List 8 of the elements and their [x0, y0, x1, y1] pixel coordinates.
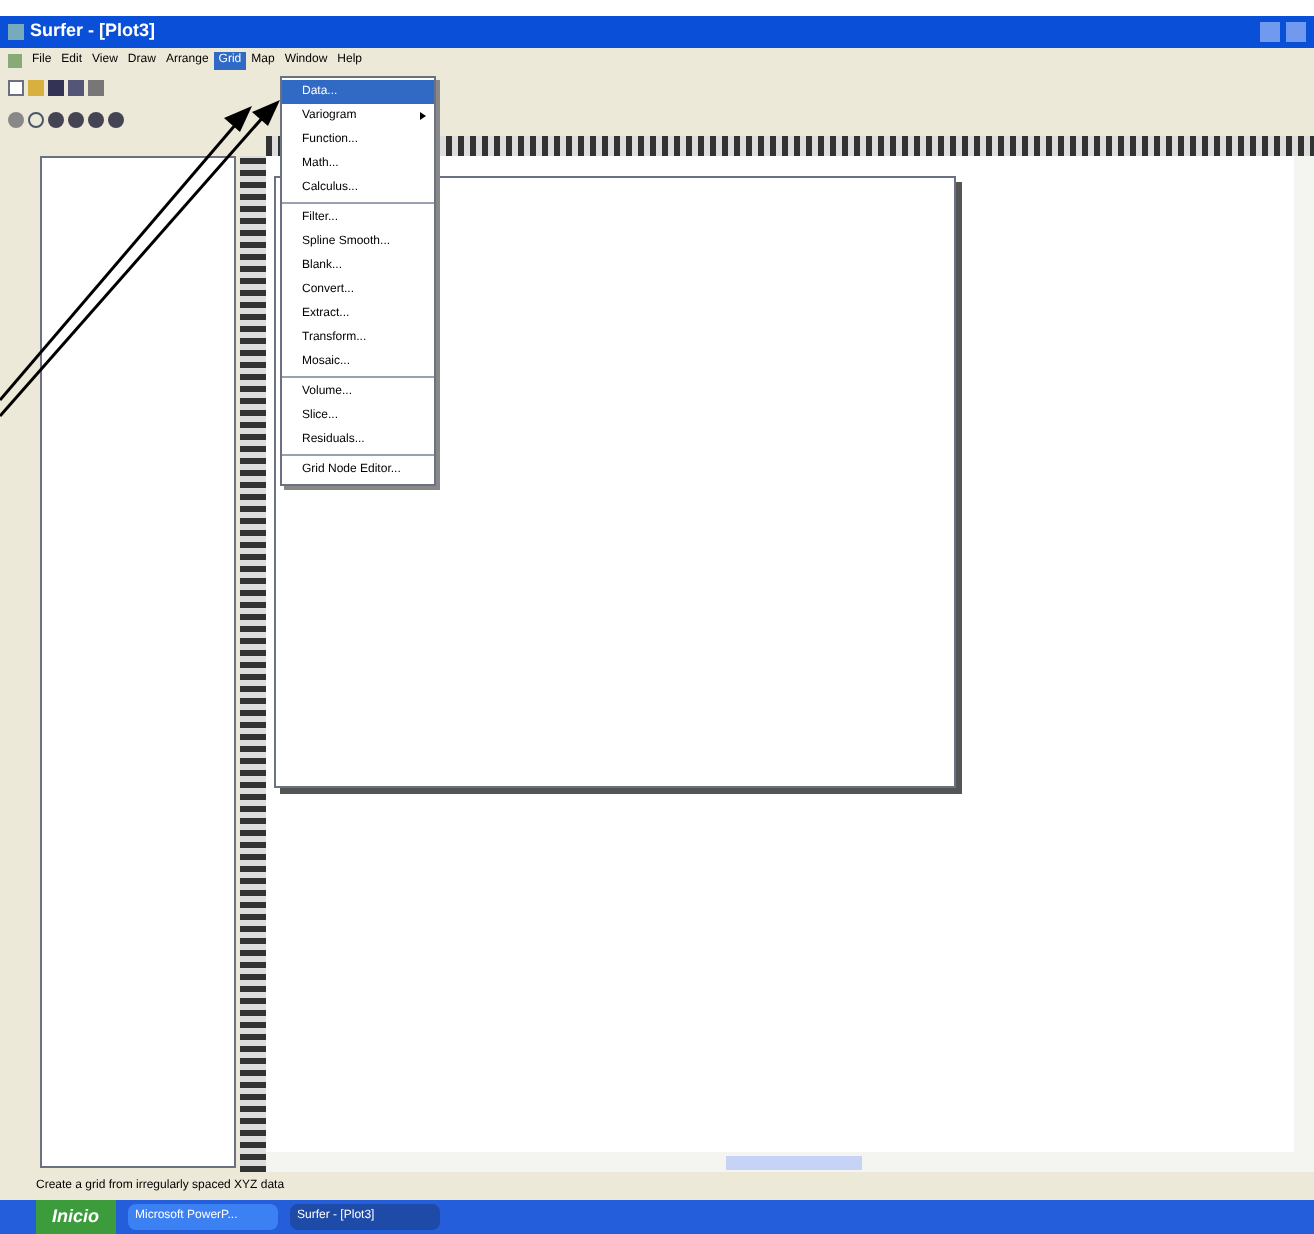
restore-button[interactable]	[1286, 22, 1306, 42]
scrollbar-thumb[interactable]	[726, 1155, 862, 1169]
vertical-scrollbar[interactable]	[1294, 156, 1314, 1152]
submenu-arrow-icon	[420, 112, 426, 120]
window-title: Surfer - [Plot3]	[30, 18, 156, 45]
app-icon	[8, 24, 24, 40]
horizontal-scrollbar[interactable]	[266, 1152, 1314, 1172]
minimize-button[interactable]	[1260, 22, 1280, 42]
